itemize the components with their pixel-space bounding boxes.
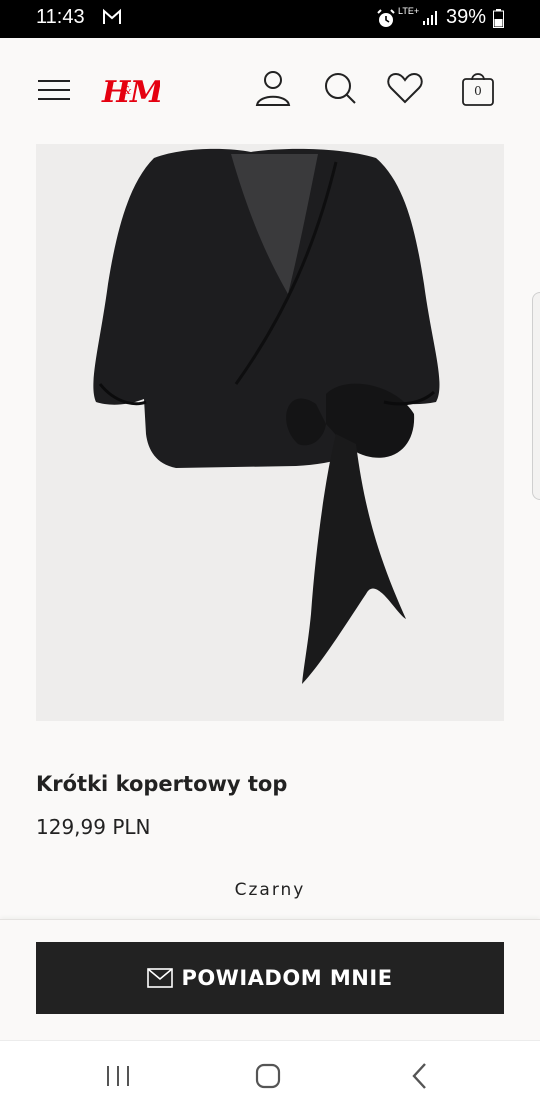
status-time: 11:43 [36,6,85,28]
gmail-icon [103,8,121,24]
signal-icon [423,11,437,25]
side-scroll-handle[interactable] [532,292,540,500]
hm-logo[interactable]: H & M [100,68,160,110]
wrap-top-illustration [93,148,440,684]
product-color: Czarny [234,880,306,900]
notify-me-button[interactable]: POWIADOM MNIE [36,942,504,1014]
notify-me-label: POWIADOM MNIE [181,966,393,990]
cart-count: 0 [474,84,482,98]
site-header: H & M 0 [0,38,540,142]
back-icon[interactable] [400,1059,440,1093]
product-price: 129,99 PLN [36,815,151,839]
heart-icon[interactable] [385,68,425,108]
sticky-action-bar: POWIADOM MNIE [0,919,540,1040]
system-nav-bar [0,1040,540,1111]
envelope-icon [147,968,174,988]
recent-apps-icon[interactable] [98,1059,138,1093]
search-icon[interactable] [320,68,360,108]
alarm-icon [377,9,395,27]
network-type: LTE+ [398,6,420,16]
product-title: Krótki kopertowy top [36,772,288,796]
battery-percent: 39% [446,6,487,28]
home-icon[interactable] [248,1059,288,1093]
menu-icon[interactable] [38,78,70,102]
account-icon[interactable] [253,68,293,108]
product-image[interactable] [36,144,504,721]
status-bar: 11:43 LTE+ 39% [0,0,540,38]
bag-icon[interactable]: 0 [458,68,498,108]
svg-text:M: M [129,75,160,110]
battery-icon [493,9,504,28]
